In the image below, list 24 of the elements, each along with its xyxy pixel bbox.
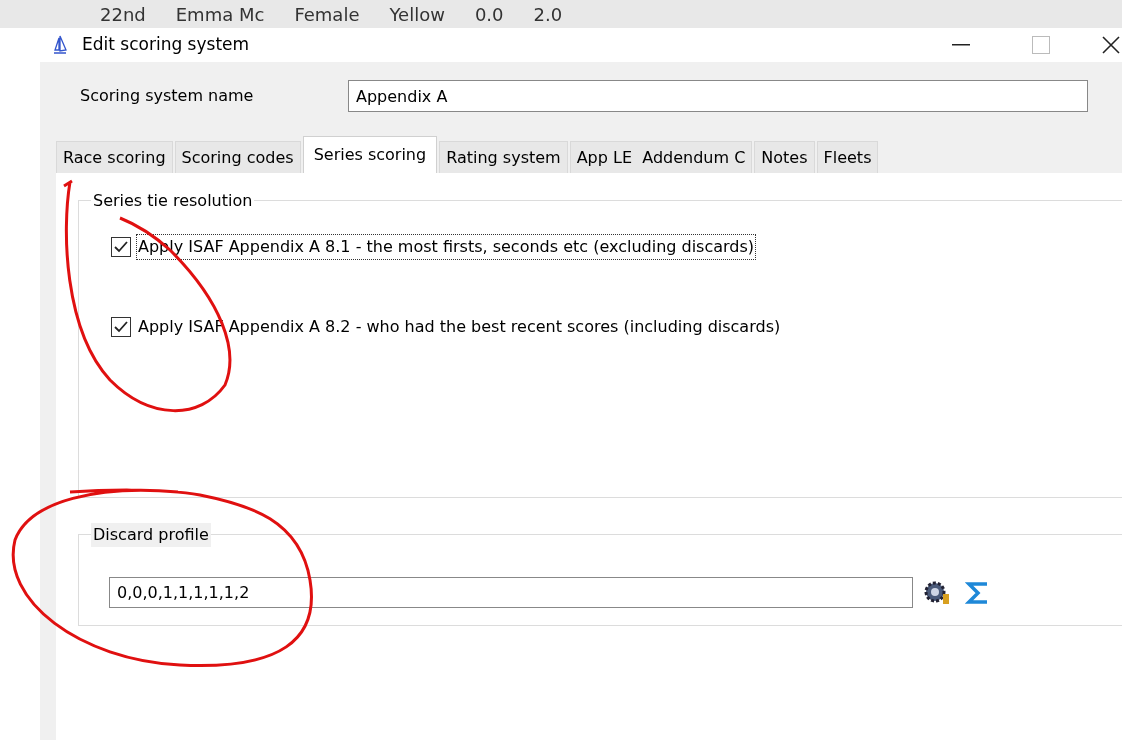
checkbox[interactable]	[111, 237, 131, 257]
field-label: Scoring system name	[80, 85, 255, 107]
tab[interactable]: Notes	[754, 141, 815, 173]
table-cell: Emma Mc	[175, 6, 265, 24]
tab[interactable]: Scoring codes	[174, 141, 301, 173]
sailboat-icon	[52, 35, 68, 55]
table-cell: 2.0	[533, 6, 563, 24]
checkbox[interactable]	[111, 317, 131, 337]
table-cell: 0.0	[474, 6, 504, 24]
table-cell: 22nd	[100, 6, 146, 24]
close-icon[interactable]	[1102, 36, 1120, 54]
discard-profile-field[interactable]: 0,0,0,1,1,1,1,1,2	[109, 577, 913, 608]
minimize-icon[interactable]	[952, 44, 970, 46]
checkbox-label[interactable]: Apply ISAF Appendix A 8.2 - who had the best recent scores (including discards)	[137, 315, 782, 339]
tab[interactable]: Series scoring	[302, 136, 438, 173]
tab[interactable]: Fleets	[816, 141, 879, 173]
table-cell: Female	[294, 6, 360, 24]
tab[interactable]: App LE Addendum C	[569, 141, 753, 173]
name-field[interactable]: Appendix A	[348, 80, 1088, 112]
tab[interactable]: Rating system	[439, 141, 568, 173]
table-cell: Yellow	[389, 6, 445, 24]
group-title: Discard profile	[91, 523, 211, 547]
tab[interactable]: Race scoring	[56, 141, 173, 173]
window-title: Edit scoring system	[82, 33, 250, 57]
